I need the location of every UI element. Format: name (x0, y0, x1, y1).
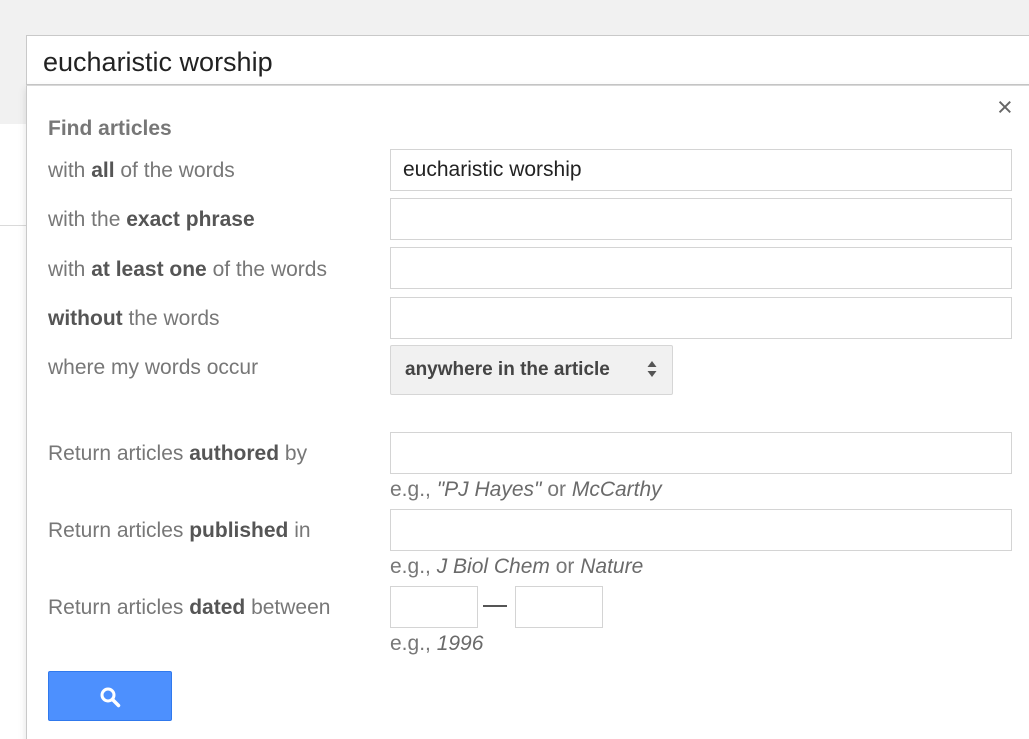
search-query-text: eucharistic worship (43, 47, 273, 77)
advanced-search-dialog: × Find articles with all of the words wi… (26, 85, 1029, 739)
search-input[interactable]: eucharistic worship (26, 35, 1029, 85)
date-range-dash (483, 605, 507, 607)
dialog-heading: Find articles (48, 117, 172, 140)
at-least-one-field[interactable] (390, 247, 1012, 289)
authored-label: Return articles authored by (48, 442, 308, 465)
close-icon[interactable]: × (997, 94, 1013, 121)
publication-field[interactable] (390, 509, 1012, 551)
author-hint: e.g., "PJ Hayes" or McCarthy (390, 478, 662, 501)
without-words-field[interactable] (390, 297, 1012, 339)
date-hint: e.g., 1996 (390, 632, 484, 655)
magnifier-icon (100, 687, 121, 708)
date-from-field[interactable] (390, 586, 478, 628)
exact-phrase-field[interactable] (390, 198, 1012, 240)
publication-hint: e.g., J Biol Chem or Nature (390, 555, 644, 578)
search-button[interactable] (48, 671, 172, 721)
words-occur-selected: anywhere in the article (405, 359, 610, 380)
without-words-label: without the words (48, 307, 220, 330)
words-occur-select[interactable]: anywhere in the article (390, 345, 673, 395)
words-occur-label: where my words occur (48, 356, 259, 379)
select-arrows-icon (647, 361, 657, 377)
at-least-one-label: with at least one of the words (48, 258, 327, 281)
exact-phrase-label: with the exact phrase (48, 208, 255, 231)
author-field[interactable] (390, 432, 1012, 474)
page: eucharistic worship × Find articles with… (0, 0, 1029, 739)
published-label: Return articles published in (48, 519, 311, 542)
date-to-field[interactable] (515, 586, 603, 628)
dated-label: Return articles dated between (48, 596, 331, 619)
all-words-field[interactable] (390, 149, 1012, 191)
all-words-label: with all of the words (48, 159, 235, 182)
